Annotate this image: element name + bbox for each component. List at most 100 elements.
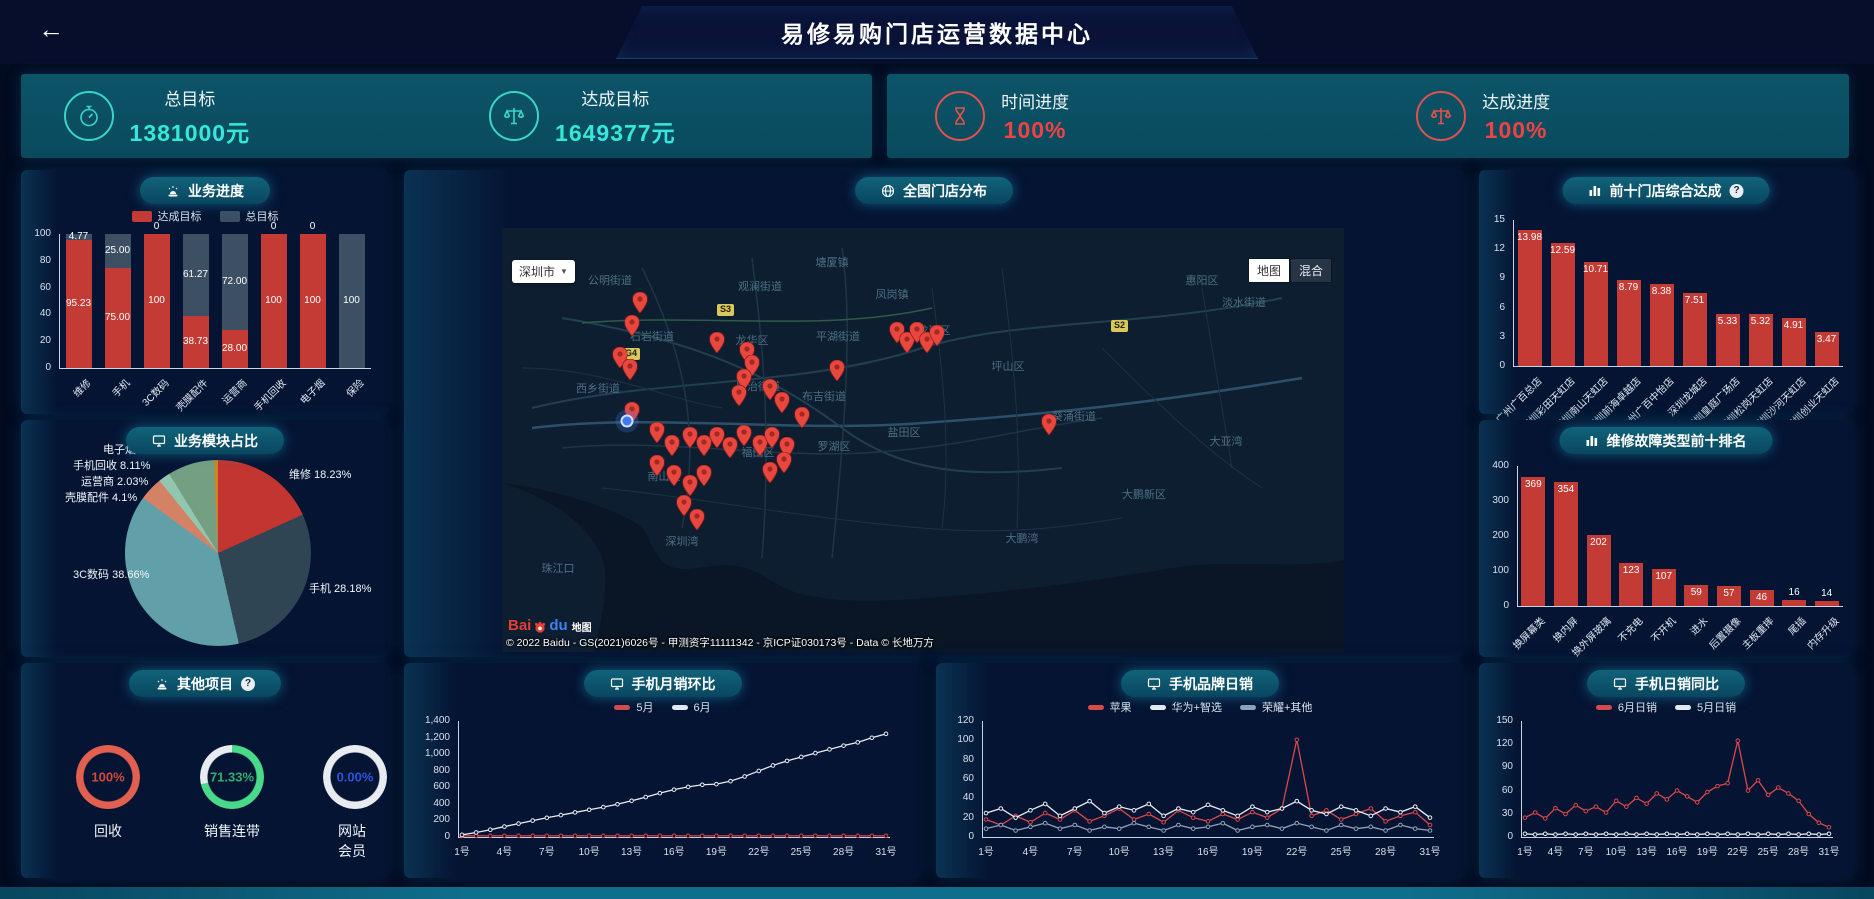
pie[interactable] [125,460,311,646]
map-pin[interactable] [650,422,665,443]
chart-legend: 5月 6月 [404,699,921,715]
pie-slice-label: 运营商 2.03% [81,473,148,489]
legend-marker [1675,705,1691,710]
map-pin[interactable] [697,465,712,486]
map-pin[interactable] [650,455,665,476]
map-pin[interactable] [1042,414,1057,435]
map-pin[interactable] [667,465,682,486]
map-pin[interactable] [723,437,738,458]
panel-header-business-modules: 业务模块占比 [126,427,284,454]
panel-title: 手机品牌日销 [1169,674,1253,694]
map-pin[interactable] [683,475,698,496]
city-selector-value: 深圳市 [519,263,555,280]
y-tick: 600 [404,781,450,792]
monitor-icon [1613,677,1627,691]
baidu-map[interactable]: 公明街道观澜街道塘厦镇凤岗镇惠阳区淡水街道石岩街道龙华区平湖街道龙岗区坪山区葵涌… [502,228,1344,652]
bar [1584,262,1608,366]
map-pin[interactable] [763,462,778,483]
map-pin[interactable] [625,315,640,336]
panel-header-daily-yoy: 手机日销同比 [1587,670,1745,697]
map-pin[interactable] [777,452,792,473]
y-tick: 0 [21,362,51,373]
legend-marker [614,705,630,710]
ring-label: 网站会员 [338,821,372,861]
bar-value-label: 107 [1655,571,1672,582]
map-pin[interactable] [633,292,648,313]
bar-value-label: 38.73 [183,336,208,347]
legend-item[interactable]: 5月 [614,699,653,715]
legend-item[interactable]: 6月日销 [1596,699,1657,715]
y-axis [59,234,60,368]
map-pin[interactable] [710,332,725,353]
map-pin[interactable] [765,427,780,448]
map-district-label: 公明街道 [588,272,632,288]
x-category-label: 换屏幕类 [1509,613,1548,652]
kpi-total-target: 总目标 1381000元 [21,74,447,158]
x-tick-label: 4号 [1548,843,1564,858]
legend-item[interactable]: 达成目标 [132,208,202,224]
panel-title: 前十门店综合达成 [1610,181,1722,201]
map-pin[interactable] [830,360,845,381]
x-tick-label: 13号 [1153,843,1174,858]
bar [1518,230,1542,366]
x-axis [1517,606,1843,607]
x-tick-label: 4号 [497,843,513,858]
panel-top-stores: 前十门店综合达成 ? 0369121513.98广州广百总店12.59深圳彩田天… [1479,170,1853,414]
back-arrow-icon[interactable]: ← [38,16,64,42]
city-selector[interactable]: 深圳市 ▼ [512,260,575,283]
map-pin[interactable] [665,435,680,456]
x-category-label: 内存升级 [1802,613,1841,652]
bar-value-label: 0 [310,221,316,232]
map-pin[interactable] [690,509,705,530]
bar-value-label: 5.32 [1751,316,1770,327]
bar-value-label: 46 [1756,592,1767,603]
legend-item[interactable]: 荣耀+其他 [1240,699,1312,715]
y-tick: 100 [21,228,51,239]
legend-item[interactable]: 6月 [672,699,711,715]
y-tick: 100 [1479,565,1509,576]
y-tick: 120 [1479,738,1513,749]
bar-value-label: 16 [1789,587,1800,598]
info-question-icon[interactable]: ? [241,677,255,691]
x-category-label: 不开机 [1646,613,1678,645]
x-tick-label: 28号 [1375,843,1396,858]
y-tick: 80 [936,754,974,765]
y-tick: 30 [1479,808,1513,819]
map-type-control: 地图 混合 [1248,258,1332,283]
map-pin[interactable] [623,359,638,380]
map-district-label: 塘厦镇 [816,254,849,270]
pie-slice-label: 手机回收 8.11% [73,457,150,473]
info-question-icon[interactable]: ? [1730,184,1744,198]
legend-item[interactable]: 5月日销 [1675,699,1736,715]
x-tick-label: 10号 [579,843,600,858]
map-pin[interactable] [737,425,752,446]
map-type-hybrid-button[interactable]: 混合 [1290,258,1332,283]
map-pin[interactable] [775,392,790,413]
map-type-map-button[interactable]: 地图 [1248,258,1290,283]
y-tick: 400 [404,798,450,809]
bar-value-label: 12.59 [1550,245,1575,256]
siren-icon [155,677,169,691]
map-pin[interactable] [732,385,747,406]
legend-item[interactable]: 华为+智选 [1150,699,1222,715]
map-pin[interactable] [930,325,945,346]
legend-item[interactable]: 总目标 [220,208,279,224]
bar-value-label: 3.47 [1817,334,1836,345]
map-district-label: 淡水街道 [1222,294,1266,310]
x-axis [982,837,1434,838]
y-tick: 0 [1479,831,1513,842]
x-category-label: 维修 [68,375,93,400]
map-pin[interactable] [683,427,698,448]
legend-item[interactable]: 苹果 [1088,699,1132,715]
kpi-card-progress: 时间进度 100% 达成进度 100% [887,74,1849,158]
panel-header-other-projects: 其他项目 ? [129,670,281,697]
map-district-label: 布吉街道 [802,388,846,404]
map-pin[interactable] [795,407,810,428]
bar [1782,600,1806,606]
y-tick: 6 [1479,302,1505,313]
bar [1551,243,1575,366]
legend-label: 5月 [636,699,653,715]
y-tick: 80 [21,255,51,266]
y-tick: 200 [404,814,450,825]
ring-value: 71.33% [210,770,254,785]
